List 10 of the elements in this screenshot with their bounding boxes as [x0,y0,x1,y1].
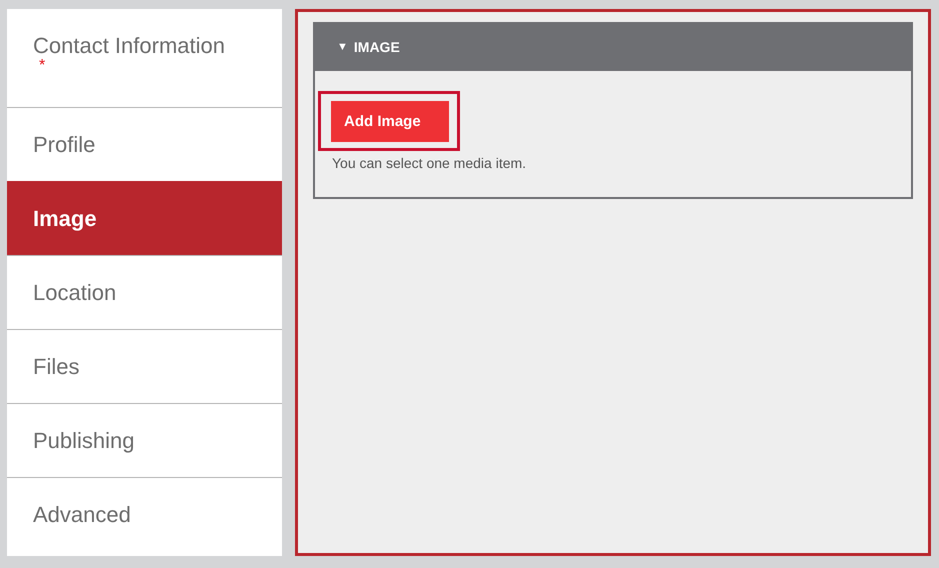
sidebar-tab[interactable]: Contact Information * [7,9,282,107]
sidebar-tab[interactable]: Files [7,329,282,403]
add-image-button[interactable]: Add Image [331,101,449,142]
sidebar-tab[interactable]: Publishing [7,403,282,477]
hint-text: You can select one media item. [332,155,528,171]
section-header[interactable]: ▼ IMAGE [315,22,911,71]
required-asterisk: * [39,59,46,73]
sidebar-tab[interactable]: Location [7,255,282,329]
sidebar-tab[interactable]: Advanced [7,477,282,551]
sidebar-tab[interactable]: Image [7,181,282,255]
